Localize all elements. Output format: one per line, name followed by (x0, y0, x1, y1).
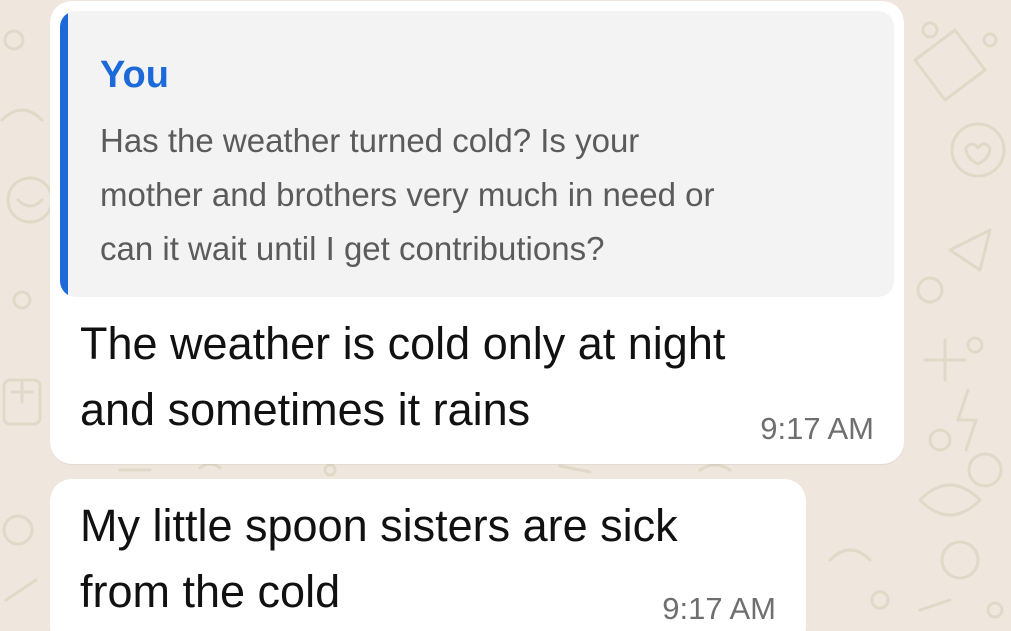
quoted-author: You (100, 54, 169, 96)
message-text-line: from the cold (80, 566, 341, 617)
quoted-text-line: mother and brothers very much in need or (100, 176, 715, 213)
message-text-line: and sometimes it rains (80, 384, 531, 435)
message-bubble[interactable]: My little spoon sisters are sick from th… (50, 479, 806, 631)
message-text-line: The weather is cold only at night (80, 318, 726, 369)
message-timestamp: 9:17 AM (760, 411, 874, 446)
quoted-message[interactable]: You Has the weather turned cold? Is your… (60, 11, 894, 297)
quoted-text-line: Has the weather turned cold? Is your (100, 122, 640, 159)
message-bubble[interactable]: You Has the weather turned cold? Is your… (50, 1, 904, 464)
quote-accent-bar (60, 11, 68, 297)
message-timestamp: 9:17 AM (662, 591, 776, 626)
quoted-text-line: can it wait until I get contributions? (100, 230, 605, 267)
message-text-line: My little spoon sisters are sick (80, 500, 678, 551)
